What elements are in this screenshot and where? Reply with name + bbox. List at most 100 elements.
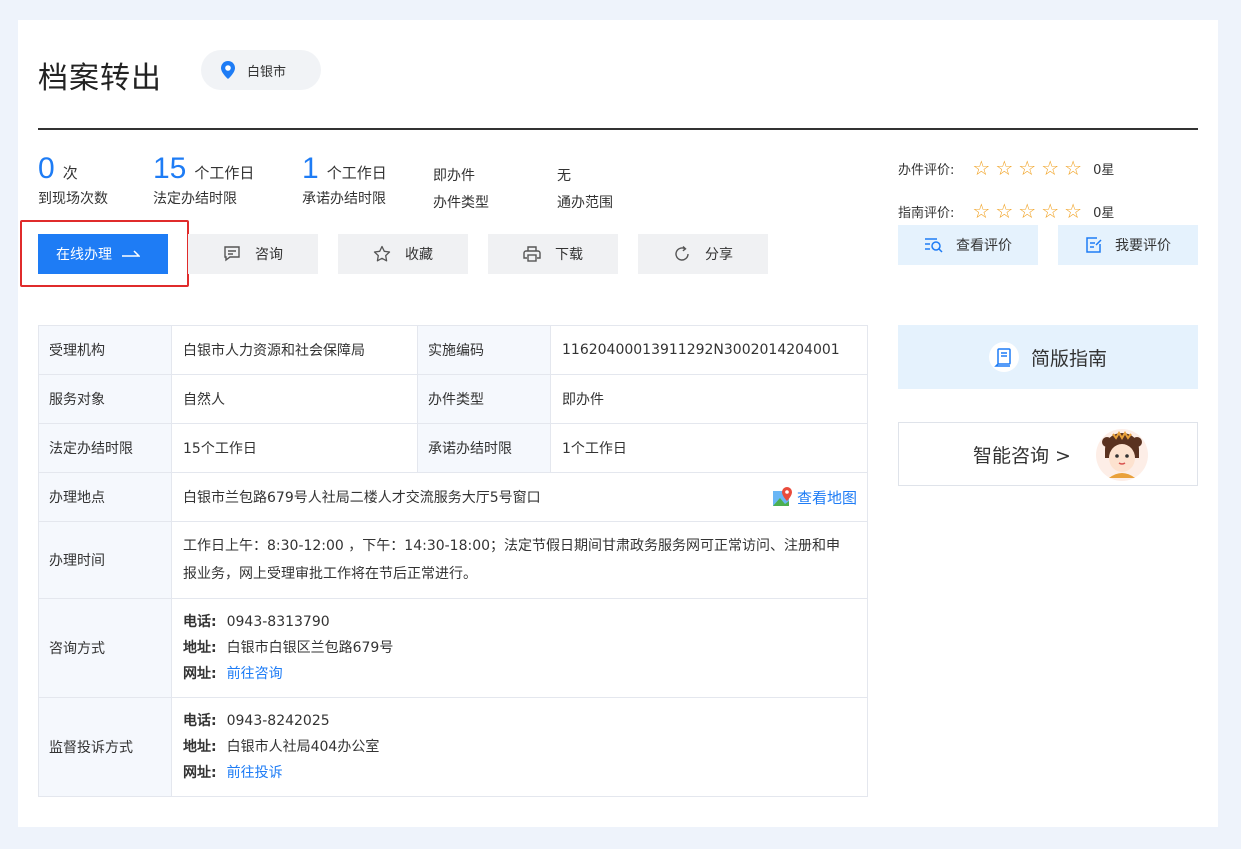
star-icon[interactable]: ☆ [972, 158, 990, 178]
view-evaluation-button[interactable]: 查看评价 [898, 225, 1038, 265]
info-table: 受理机构 白银市人力资源和社会保障局 实施编码 1162040001391129… [38, 325, 868, 797]
handling-rating-label: 办件评价: [898, 162, 955, 178]
smart-consult-button[interactable]: 智能咨询 > [898, 422, 1198, 486]
consult-web-link[interactable]: 前往咨询 [227, 666, 283, 682]
consult-label: 咨询 [255, 247, 283, 263]
online-handle-button[interactable]: 在线办理 [38, 234, 168, 274]
star-icon[interactable]: ☆ [995, 201, 1013, 221]
promise-limit-value: 1个工作日 [550, 423, 868, 473]
complaint-web-key: 网址: [183, 765, 217, 781]
stat-scope: 无 通办范围 [557, 165, 613, 212]
complaint-phone: 0943-8242025 [226, 713, 330, 729]
org-label: 受理机构 [38, 325, 172, 375]
place-value: 白银市兰包路679号人社局二楼人才交流服务大厅5号窗口 [183, 490, 541, 506]
star-icon[interactable]: ☆ [1018, 201, 1036, 221]
handling-rating-score: 0星 [1093, 162, 1115, 178]
promise-limit-label: 承诺办结时限 [417, 423, 551, 473]
service-card: 档案转出 白银市 0次 到现场次数 15 个工作日 法定办结时限 1 个工作日 承诺… [18, 20, 1218, 827]
stat-promise-caption: 承诺办结时限 [302, 191, 386, 207]
complaint-phone-key: 电话: [183, 713, 217, 729]
target-value: 自然人 [171, 374, 418, 424]
consult-phone: 0943-8313790 [226, 614, 330, 630]
star-outline-icon [373, 245, 391, 262]
map-icon [772, 487, 792, 506]
stat-item-type-value: 即办件 [433, 168, 475, 184]
stat-legal-unit: 个工作日 [194, 164, 255, 182]
code-label: 实施编码 [417, 325, 551, 375]
star-icon[interactable]: ☆ [1041, 158, 1059, 178]
type-label: 办件类型 [417, 374, 551, 424]
consult-method-cell: 电话: 0943-8313790 地址: 白银市白银区兰包路679号 网址: 前往咨询 [171, 598, 868, 698]
location-label: 白银市 [247, 64, 287, 80]
stat-visits-unit: 次 [62, 164, 78, 182]
view-evaluation-label: 查看评价 [956, 238, 1012, 254]
stat-promise-num: 1 [302, 152, 319, 185]
simple-guide-label: 简版指南 [1030, 347, 1107, 370]
page-title: 档案转出 [38, 61, 162, 96]
favorite-button[interactable]: 收藏 [338, 234, 468, 274]
star-icon[interactable]: ☆ [1018, 158, 1036, 178]
search-list-icon [925, 238, 943, 253]
stat-scope-value: 无 [557, 168, 571, 184]
table-row: 法定办结时限 15个工作日 承诺办结时限 1个工作日 [38, 423, 868, 473]
stat-legal-num: 15 [153, 152, 187, 185]
table-row: 受理机构 白银市人力资源和社会保障局 实施编码 1162040001391129… [38, 325, 868, 375]
star-icon[interactable]: ☆ [1064, 158, 1082, 178]
online-handle-label: 在线办理 [56, 247, 112, 263]
table-row: 监督投诉方式 电话: 0943-8242025 地址: 白银市人社局404办公室 网… [38, 697, 868, 797]
complaint-addr: 白银市人社局404办公室 [226, 739, 380, 755]
star-icon[interactable]: ☆ [1041, 201, 1059, 221]
consult-button[interactable]: 咨询 [188, 234, 318, 274]
location-selector[interactable]: 白银市 [201, 50, 321, 90]
edit-icon [1086, 237, 1102, 253]
favorite-label: 收藏 [405, 247, 433, 263]
download-button[interactable]: 下载 [488, 234, 618, 274]
complaint-method-label: 监督投诉方式 [38, 697, 172, 797]
complaint-method-cell: 电话: 0943-8242025 地址: 白银市人社局404办公室 网址: 前往投诉 [171, 697, 868, 797]
org-value: 白银市人力资源和社会保障局 [171, 325, 418, 375]
handling-rating-stars[interactable]: ☆ ☆ ☆ ☆ ☆ [972, 158, 1087, 178]
target-label: 服务对象 [38, 374, 172, 424]
legal-limit-value: 15个工作日 [171, 423, 418, 473]
consult-phone-key: 电话: [183, 614, 217, 630]
stat-legal-limit: 15 个工作日 法定办结时限 [153, 152, 254, 208]
refresh-share-icon [675, 245, 689, 261]
complaint-web-link[interactable]: 前往投诉 [227, 765, 283, 781]
table-row: 咨询方式 电话: 0943-8313790 地址: 白银市白银区兰包路679号 网址… [38, 598, 868, 698]
consult-addr-key: 地址: [183, 640, 217, 656]
star-icon[interactable]: ☆ [995, 158, 1013, 178]
share-label: 分享 [705, 247, 733, 263]
place-label: 办理地点 [38, 472, 172, 522]
table-row: 办理时间 工作日上午：8:30-12:00 ，下午：14:30-18:00；法定… [38, 521, 868, 599]
share-button[interactable]: 分享 [638, 234, 768, 274]
stat-promise-unit: 个工作日 [326, 164, 387, 182]
smart-consult-label: 智能咨询 > [973, 444, 1071, 467]
time-value: 工作日上午：8:30-12:00 ，下午：14:30-18:00；法定节假日期间… [171, 521, 868, 599]
legal-limit-label: 法定办结时限 [38, 423, 172, 473]
guide-rating-label: 指南评价: [898, 205, 955, 221]
arrow-right-icon [122, 250, 140, 257]
stat-legal-caption: 法定办结时限 [153, 191, 237, 207]
book-icon [988, 342, 1019, 372]
view-map-label: 查看地图 [796, 488, 857, 507]
printer-icon [523, 246, 541, 262]
guide-rating-score: 0星 [1093, 205, 1115, 221]
simple-guide-button[interactable]: 简版指南 [898, 325, 1198, 389]
star-icon[interactable]: ☆ [972, 201, 990, 221]
write-evaluation-button[interactable]: 我要评价 [1058, 225, 1198, 265]
guide-rating-stars[interactable]: ☆ ☆ ☆ ☆ ☆ [972, 201, 1087, 221]
download-label: 下载 [555, 247, 583, 263]
stat-item-type: 即办件 办件类型 [433, 165, 489, 212]
star-icon[interactable]: ☆ [1064, 201, 1082, 221]
type-value: 即办件 [550, 374, 868, 424]
stat-scope-caption: 通办范围 [557, 195, 613, 211]
code-value: 11620400013911292N3002014204001 [550, 325, 868, 375]
view-map-link[interactable]: 查看地图 [772, 487, 857, 508]
consult-web-key: 网址: [183, 666, 217, 682]
mascot-avatar [1096, 429, 1148, 481]
stat-visits-num: 0 [38, 152, 55, 185]
write-evaluation-label: 我要评价 [1115, 238, 1171, 254]
handling-rating: 办件评价: ☆ ☆ ☆ ☆ ☆ 0星 [898, 158, 1114, 178]
table-row: 办理地点 白银市兰包路679号人社局二楼人才交流服务大厅5号窗口 查看地图 [38, 472, 868, 522]
guide-rating: 指南评价: ☆ ☆ ☆ ☆ ☆ 0星 [898, 201, 1114, 221]
